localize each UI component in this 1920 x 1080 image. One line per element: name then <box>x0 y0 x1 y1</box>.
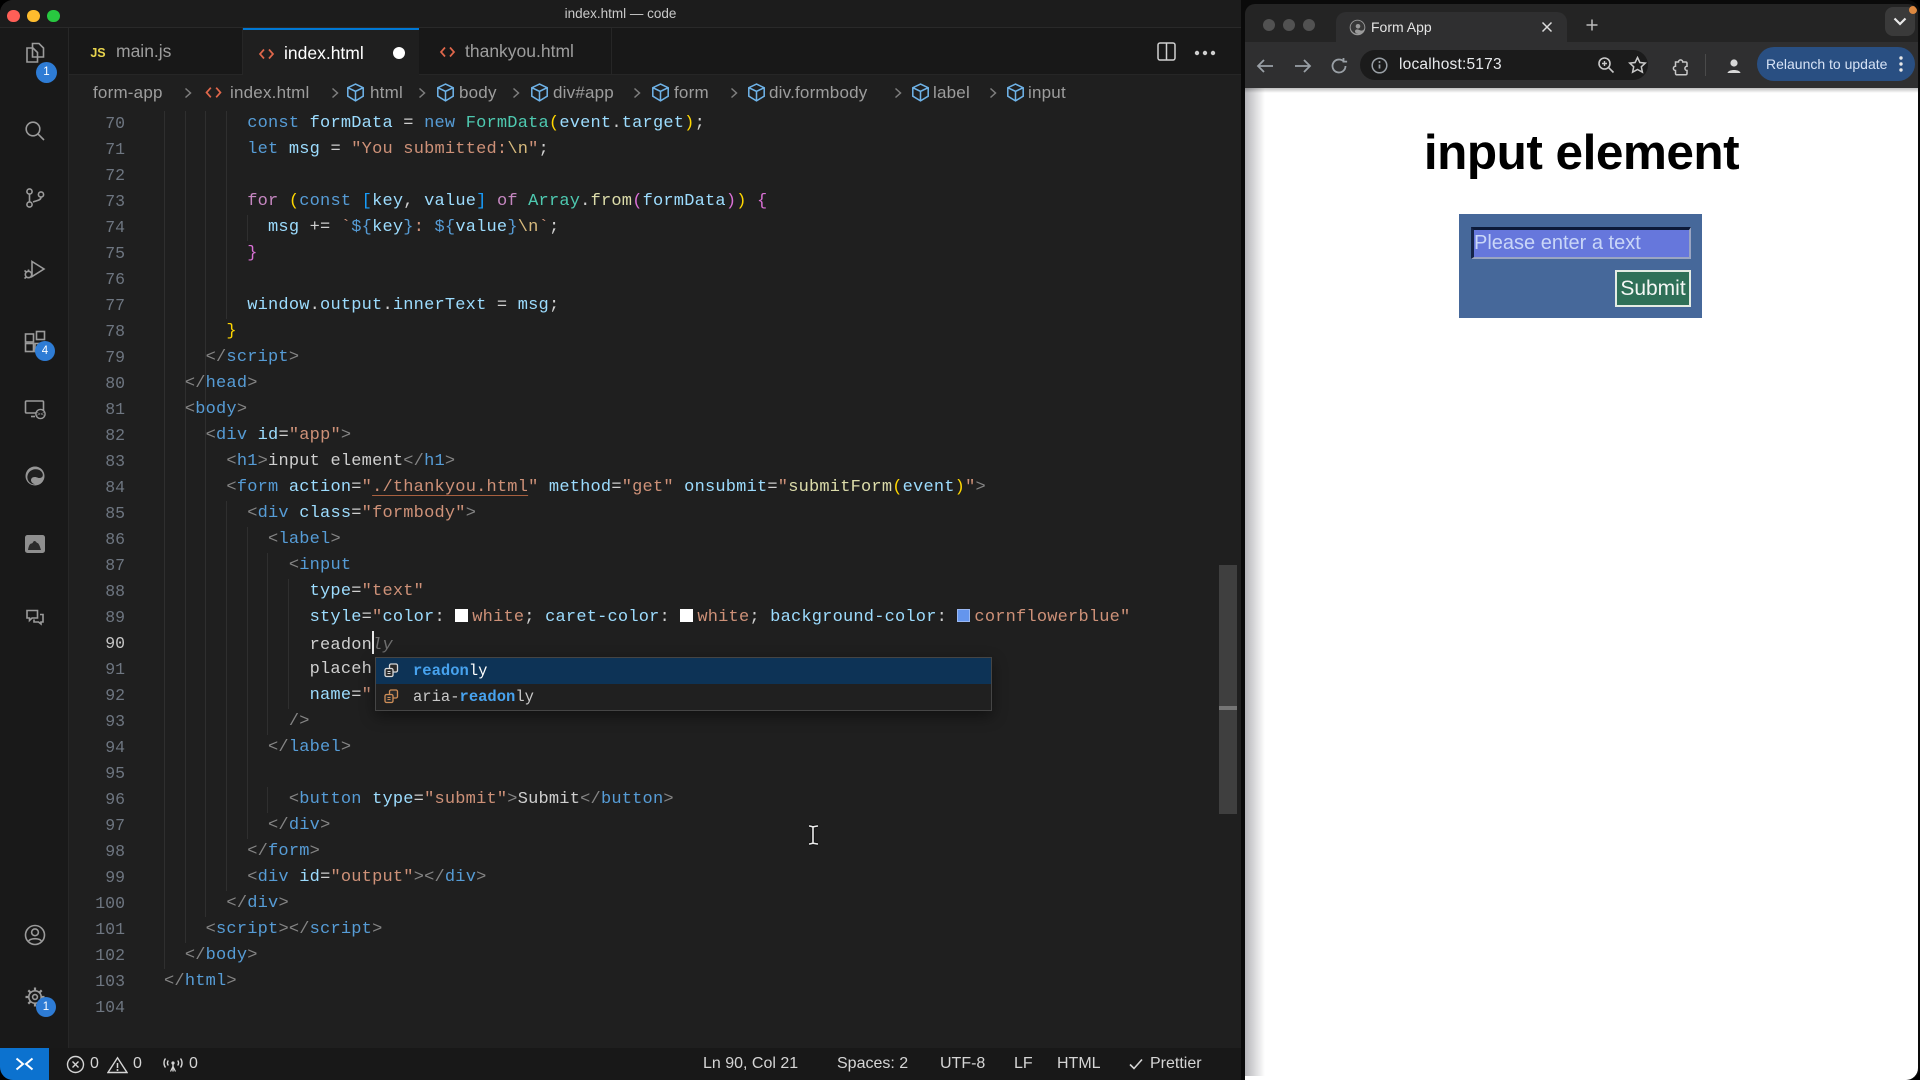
svg-text:JS: JS <box>90 46 105 60</box>
svg-text:><: >< <box>37 411 45 418</box>
